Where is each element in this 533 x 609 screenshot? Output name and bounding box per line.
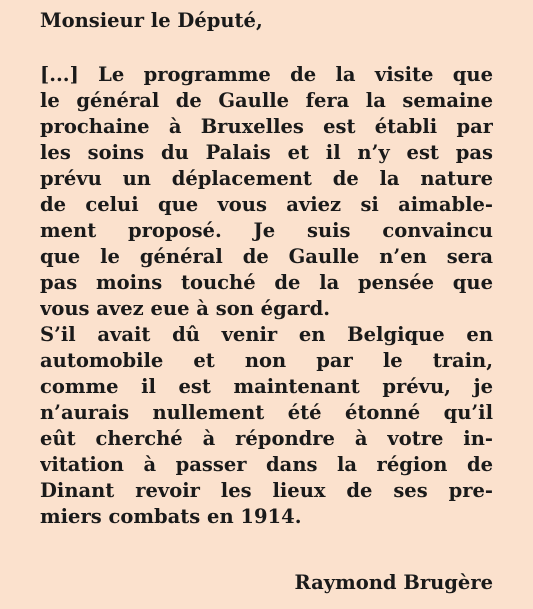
- body-line: automobile et non par le train,: [40, 349, 493, 372]
- body-line: les soins du Palais et il n’y est pas: [40, 141, 493, 164]
- body-line: n’aurais nullement été étonné qu’il: [40, 401, 493, 424]
- body-line: [...] Le programme de la visite que: [40, 63, 493, 86]
- body-line: vitation à passer dans la région de: [40, 453, 493, 476]
- body-line: S’il avait dû venir en Belgique en: [40, 323, 493, 346]
- body-line: eût cherché à répondre à votre in-: [40, 427, 493, 450]
- body-line: que le général de Gaulle n’en sera: [40, 245, 493, 268]
- body-line: vous avez eue à son égard.: [40, 297, 331, 320]
- body-line: comme il est maintenant prévu, je: [40, 375, 493, 398]
- body-line: de celui que vous aviez si aimable-: [40, 193, 493, 216]
- salutation: Monsieur le Député,: [40, 9, 263, 32]
- body-line: prochaine à Bruxelles est établi par: [40, 115, 493, 138]
- body-line: le général de Gaulle fera la semaine: [40, 89, 493, 112]
- signature: Raymond Brugère: [294, 571, 493, 594]
- body-line: pas moins touché de la pensée que: [40, 271, 493, 294]
- body-line: ment proposé. Je suis convaincu: [40, 219, 493, 242]
- letter-page: Monsieur le Député, [...] Le programme d…: [0, 0, 533, 609]
- body-line: miers combats en 1914.: [40, 505, 302, 528]
- letter-body: [...] Le programme de la visite que le g…: [40, 62, 493, 530]
- body-line: Dinant revoir les lieux de ses pre-: [40, 479, 493, 502]
- body-line: prévu un déplacement de la nature: [40, 167, 493, 190]
